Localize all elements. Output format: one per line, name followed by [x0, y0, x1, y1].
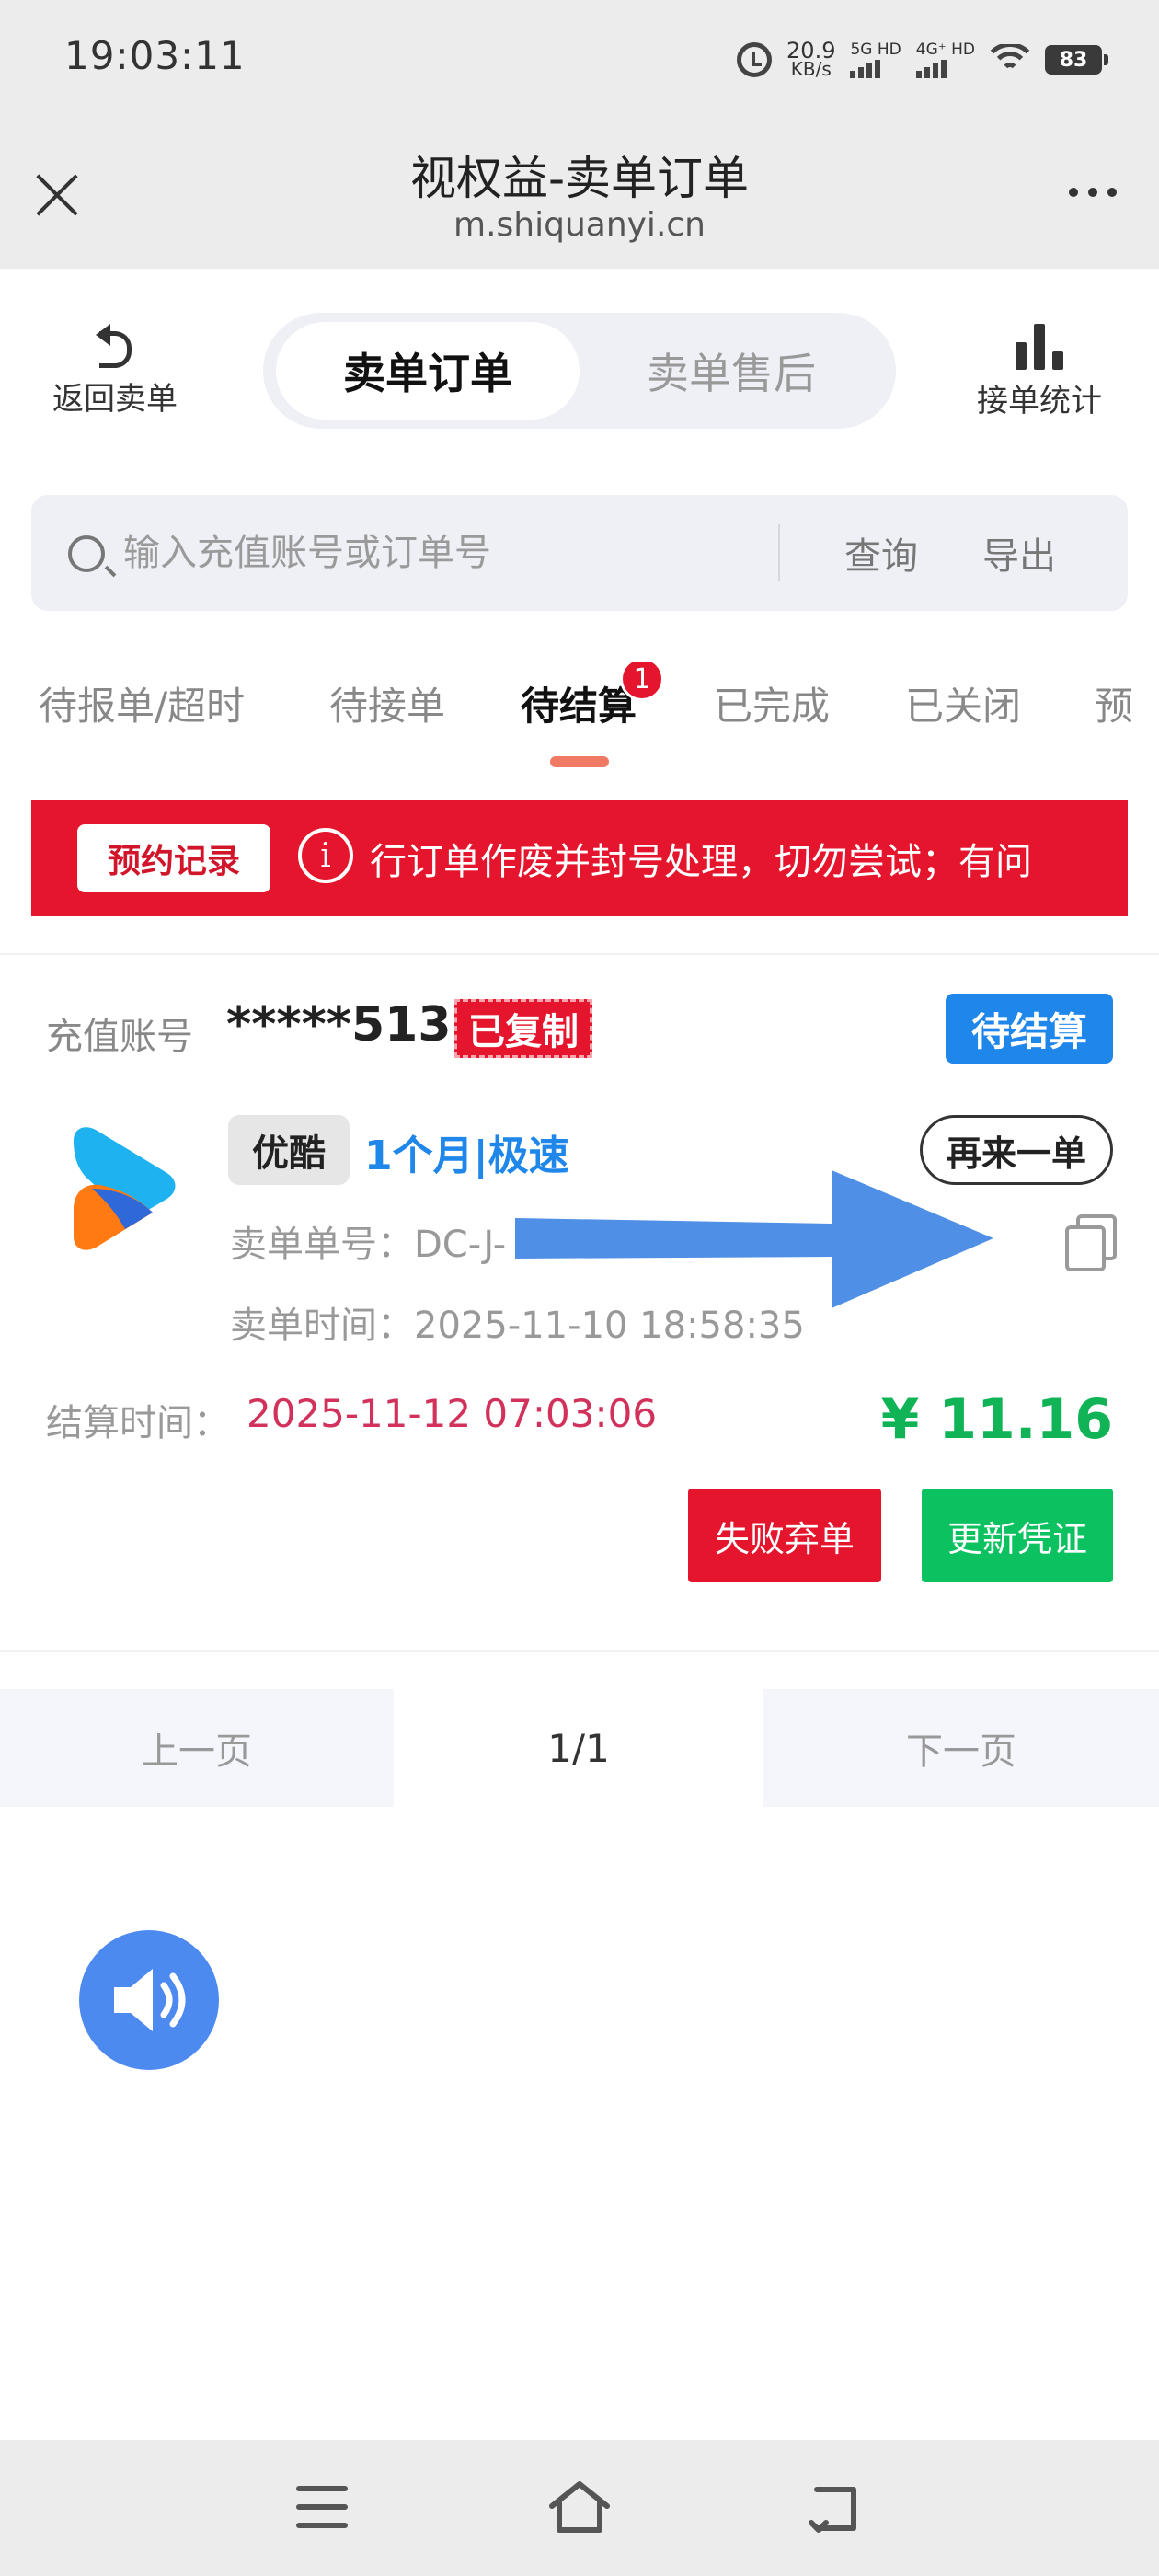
- back-to-sell-button[interactable]: 返回卖单: [37, 322, 193, 419]
- tab-pending-report[interactable]: 待报单/超时: [39, 675, 245, 731]
- settlement-time-value: 2025-11-12 07:03:06: [247, 1391, 658, 1436]
- signal-bars-icon: [915, 58, 947, 78]
- order-number-value: DC-J-: [414, 1224, 507, 1266]
- home-icon[interactable]: [546, 2477, 613, 2536]
- tab-sell-orders[interactable]: 卖单订单: [276, 322, 580, 420]
- order-status-badge: 待结算: [945, 994, 1113, 1064]
- info-icon: i: [298, 828, 353, 883]
- back-icon[interactable]: [808, 2480, 866, 2536]
- order-number-label: 卖单单号：: [230, 1224, 414, 1266]
- settlement-time-label: 结算时间：: [46, 1402, 230, 1444]
- status-icons: 20.9 KB/s 5G HD 4G⁺ HD 83: [737, 37, 1108, 83]
- sim2-signal: 4G⁺ HD: [915, 40, 975, 78]
- card-divider-top: [0, 953, 1159, 955]
- more-dots-icon[interactable]: [1069, 188, 1117, 197]
- network-speed: 20.9 KB/s: [786, 38, 836, 80]
- tab-pending-settlement[interactable]: 待结算: [521, 675, 637, 731]
- network-speed-unit: KB/s: [790, 58, 832, 80]
- tab-sell-aftersales[interactable]: 卖单售后: [580, 322, 883, 420]
- prev-page-button[interactable]: 上一页: [0, 1689, 394, 1807]
- copy-icon[interactable]: [1065, 1214, 1117, 1271]
- search-bar: 查询 导出: [31, 495, 1128, 611]
- page-url: m.shiquanyi.cn: [453, 206, 706, 244]
- card-divider-bottom: [0, 1650, 1159, 1652]
- query-button[interactable]: 查询: [844, 526, 918, 580]
- sim2-label: 4G⁺ HD: [915, 40, 975, 59]
- account-value[interactable]: *****513: [226, 997, 452, 1052]
- tab-closed[interactable]: 已关闭: [905, 675, 1021, 731]
- copied-tag: 已复制: [454, 999, 592, 1058]
- bar-chart-icon: [1007, 322, 1072, 370]
- order-number-row: 卖单单号：DC-J-: [230, 1214, 506, 1268]
- order-status-tabs: 待报单/超时 待接单 待结算 已完成 已关闭 预 1: [0, 662, 1131, 764]
- pagination: 上一页 1/1 下一页: [0, 1689, 1159, 1807]
- order-stats-label: 接单统计: [977, 383, 1102, 420]
- wifi-icon: [990, 44, 1030, 75]
- order-price: ¥ 11.16: [880, 1387, 1113, 1452]
- search-input[interactable]: [123, 521, 786, 585]
- system-nav-bar: [0, 2440, 1159, 2576]
- speaker-button[interactable]: [79, 1930, 219, 2070]
- account-label: 充值账号: [46, 1016, 193, 1058]
- back-to-sell-label: 返回卖单: [52, 381, 178, 418]
- tab-reserved[interactable]: 预: [1095, 675, 1131, 731]
- platform-tag: 优酷: [228, 1115, 350, 1185]
- status-time: 19:03:11: [64, 33, 246, 78]
- tab-count-badge: 1: [620, 662, 664, 701]
- page-title: 视权益-卖单订单: [409, 152, 750, 205]
- abandon-order-button[interactable]: 失败弃单: [688, 1489, 881, 1582]
- menu-icon[interactable]: [296, 2486, 348, 2528]
- speaker-icon: [114, 1969, 186, 2031]
- order-time-value: 2025-11-10 18:58:35: [414, 1305, 805, 1347]
- export-button[interactable]: 导出: [982, 526, 1056, 580]
- active-tab-indicator: [550, 756, 609, 767]
- notice-marquee-text: 行订单作废并封号处理，切勿尝试；有问: [370, 841, 1032, 883]
- sim1-signal: 5G HD: [850, 41, 901, 78]
- status-bar: 19:03:11 20.9 KB/s 5G HD 4G⁺ HD 83: [0, 0, 1159, 120]
- reservation-records-button[interactable]: 预约记录: [77, 824, 270, 892]
- annotation-arrow: [515, 1170, 993, 1308]
- undo-arrow-icon: [83, 322, 147, 368]
- network-speed-value: 20.9: [786, 38, 836, 63]
- tab-completed[interactable]: 已完成: [714, 675, 830, 731]
- battery-icon: 83: [1045, 45, 1108, 75]
- sim1-label: 5G HD: [850, 40, 901, 59]
- signal-bars-icon: [850, 58, 881, 78]
- alarm-icon: [737, 42, 773, 77]
- order-stats-button[interactable]: 接单统计: [957, 322, 1122, 420]
- order-type-segmented-control: 卖单订单 卖单售后: [263, 313, 896, 429]
- order-time-label: 卖单时间：: [230, 1305, 414, 1347]
- browser-title-bar: 视权益-卖单订单 m.shiquanyi.cn: [0, 120, 1159, 269]
- notice-bar: 预约记录 i 行订单作废并封号处理，切勿尝试；有问: [31, 800, 1128, 916]
- search-icon: [68, 535, 105, 572]
- search-divider: [778, 524, 780, 581]
- order-time-row: 卖单时间：2025-11-10 18:58:35: [230, 1295, 805, 1349]
- youku-logo-icon: [74, 1127, 176, 1250]
- page-indicator: 1/1: [394, 1689, 763, 1807]
- update-voucher-button[interactable]: 更新凭证: [922, 1489, 1113, 1582]
- next-page-button[interactable]: 下一页: [763, 1689, 1159, 1807]
- tab-pending-accept[interactable]: 待接单: [329, 675, 445, 731]
